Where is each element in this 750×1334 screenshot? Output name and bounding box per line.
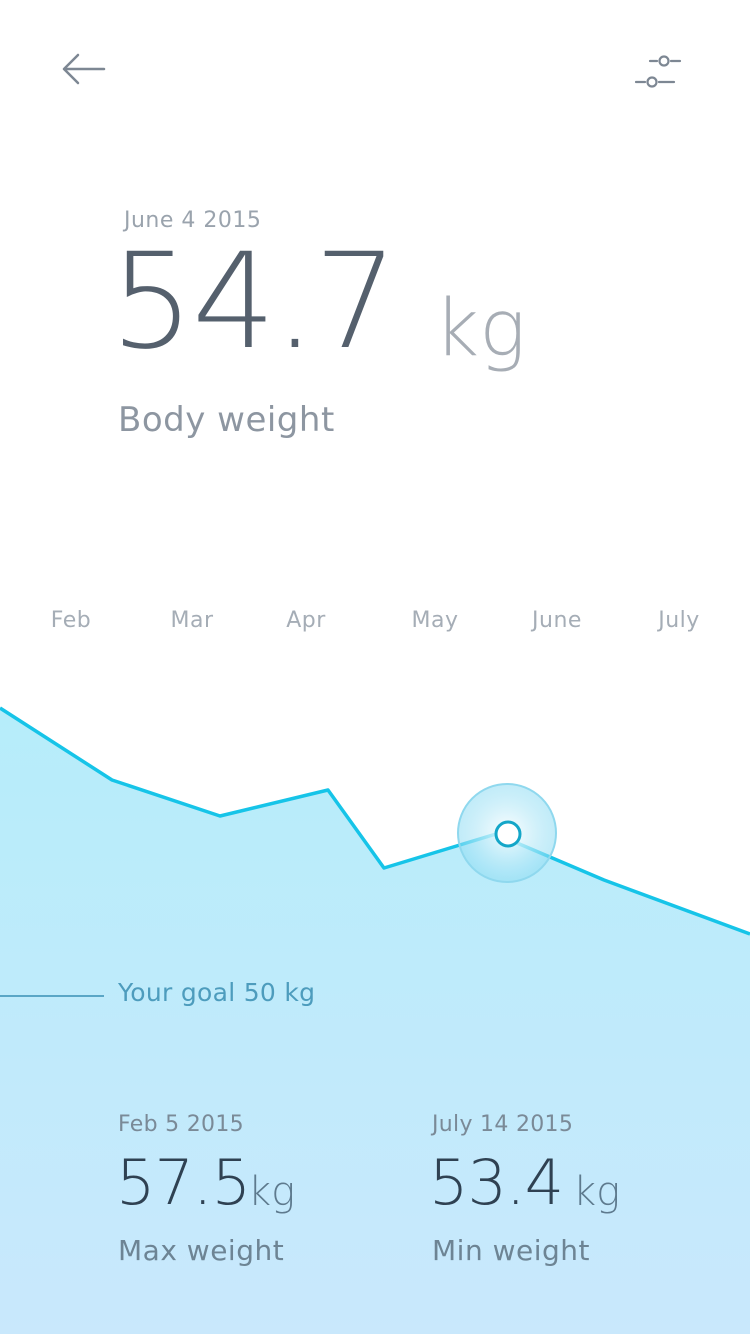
selected-point[interactable]	[494, 820, 522, 848]
max-weight-date: Feb 5 2015	[118, 1112, 244, 1137]
month-tab-june[interactable]: June	[532, 608, 582, 633]
max-weight-unit: kg	[248, 1169, 296, 1215]
min-weight-label: Min weight	[432, 1234, 590, 1267]
current-weight-value: 54.7	[110, 225, 398, 379]
month-tab-mar[interactable]: Mar	[170, 608, 213, 633]
back-button[interactable]	[56, 48, 112, 92]
max-weight-value: 57.5	[116, 1146, 251, 1219]
month-tab-feb[interactable]: Feb	[51, 608, 91, 633]
weight-chart	[0, 706, 750, 1334]
month-tab-may[interactable]: May	[412, 608, 459, 633]
month-tab-apr[interactable]: Apr	[286, 608, 326, 633]
arrow-left-icon	[62, 53, 106, 85]
sliders-icon	[634, 55, 682, 88]
current-weight-unit: kg	[434, 284, 526, 374]
month-tab-july[interactable]: July	[658, 608, 700, 633]
min-weight-value: 53.4	[429, 1146, 564, 1219]
weight-area	[0, 708, 750, 1334]
max-weight-label: Max weight	[118, 1234, 285, 1267]
filter-button[interactable]	[628, 48, 692, 96]
body-weight-label: Body weight	[118, 400, 335, 440]
min-weight-unit: kg	[573, 1169, 621, 1215]
goal-label: Your goal 50 kg	[118, 978, 316, 1007]
min-weight-date: July 14 2015	[432, 1112, 574, 1137]
